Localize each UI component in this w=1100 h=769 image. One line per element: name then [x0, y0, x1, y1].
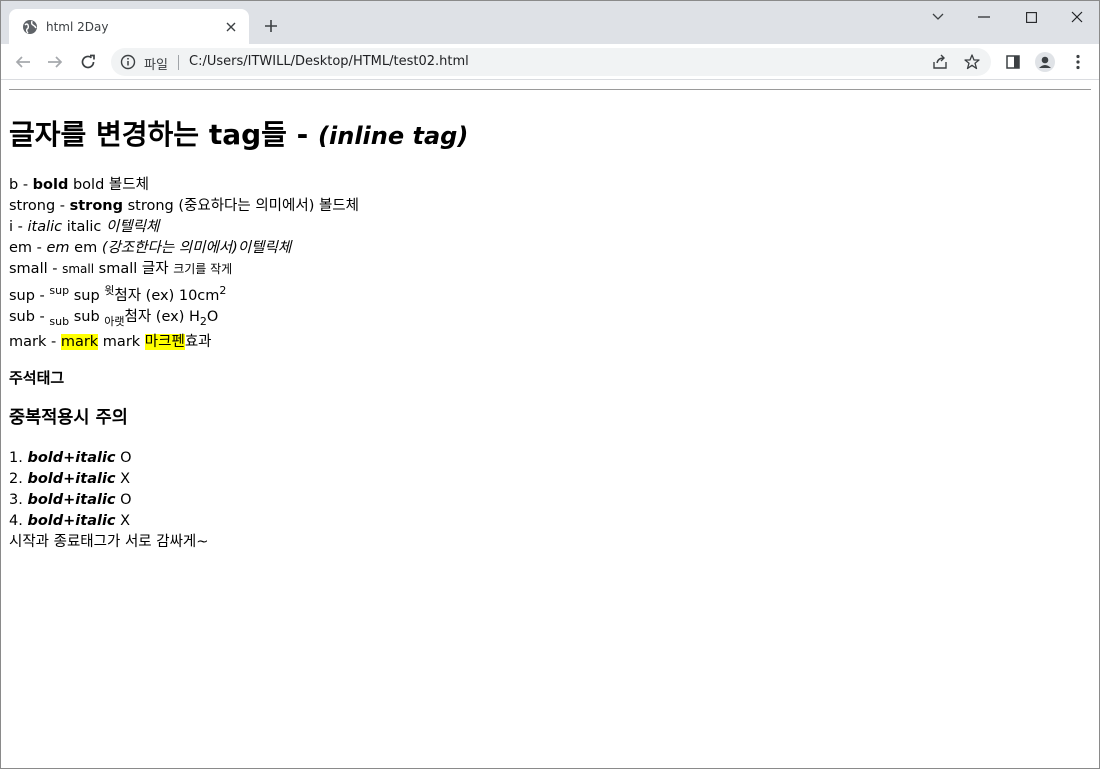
maximize-button[interactable]: [1008, 1, 1054, 33]
list-item: 2. bold+italic X: [9, 470, 131, 487]
minimize-button[interactable]: [961, 1, 1007, 33]
globe-icon: [22, 19, 38, 35]
tag-line-sub: sub - sub sub 아랫첨자 (ex) H2O: [9, 308, 219, 328]
heading-text: 글자를 변경하는 tag들 -: [9, 118, 319, 151]
list-item: 1. bold+italic O: [9, 449, 132, 466]
side-panel-icon[interactable]: [1003, 52, 1023, 72]
tag-line-mark: mark - mark mark 마크펜효과: [9, 333, 212, 350]
new-tab-button[interactable]: [261, 16, 281, 36]
star-icon[interactable]: [963, 53, 981, 71]
list-item: 4. bold+italic X: [9, 512, 131, 529]
tag-line-sup: sup - sup sup 윗첨자 (ex) 10cm2: [9, 284, 227, 304]
close-icon[interactable]: [223, 19, 239, 35]
browser-tab[interactable]: html 2Day: [9, 9, 249, 44]
tag-line-small: small - small small 글자 크기를 작게: [9, 261, 233, 277]
nesting-list: 1. bold+italic O 2. bold+italic X 3. bol…: [9, 448, 1091, 553]
site-label: 파일: [144, 58, 168, 73]
page-content: 글자를 변경하는 tag들 - (inline tag) b - bold bo…: [1, 81, 1099, 768]
forward-button[interactable]: [43, 50, 67, 74]
window-close-button[interactable]: [1054, 1, 1099, 33]
tag-line-b: b - bold bold 볼드체: [9, 177, 149, 193]
back-button[interactable]: [11, 50, 35, 74]
chevron-down-icon[interactable]: [915, 1, 961, 33]
page-heading: 글자를 변경하는 tag들 - (inline tag): [9, 118, 1091, 153]
comment-heading: 주석태그: [9, 368, 65, 387]
share-icon[interactable]: [931, 53, 949, 71]
tag-line-em: em - em em (강조한다는 의미에서)이텔릭체: [9, 240, 292, 256]
address-bar[interactable]: 파일 C:/Users/ITWILL/Desktop/HTML/test02.h…: [111, 48, 991, 76]
profile-avatar[interactable]: [1035, 52, 1055, 72]
info-icon[interactable]: [120, 54, 136, 70]
tag-line-strong: strong - strong strong (중요하다는 의미에서) 볼드체: [9, 198, 359, 214]
footer-line: 시작과 종료태그가 서로 감싸게~: [9, 533, 209, 550]
browser-window: html 2Day 파일 C:/Users/ITWILL/Desktop/HTM…: [0, 0, 1100, 769]
tab-title: html 2Day: [46, 19, 109, 34]
url-text[interactable]: C:/Users/ITWILL/Desktop/HTML/test02.html: [189, 54, 469, 69]
tag-line-i: i - italic italic 이텔릭체: [9, 219, 160, 235]
browser-toolbar: 파일 C:/Users/ITWILL/Desktop/HTML/test02.h…: [1, 44, 1099, 80]
separator: [178, 55, 179, 70]
heading-em: (inline tag): [318, 122, 469, 150]
tab-strip: html 2Day: [1, 1, 1099, 44]
horizontal-rule: [9, 89, 1091, 90]
list-item: 3. bold+italic O: [9, 491, 132, 508]
more-menu-icon[interactable]: [1068, 52, 1088, 72]
nesting-heading: 중복적용시 주의: [9, 407, 128, 428]
reload-button[interactable]: [76, 50, 100, 74]
